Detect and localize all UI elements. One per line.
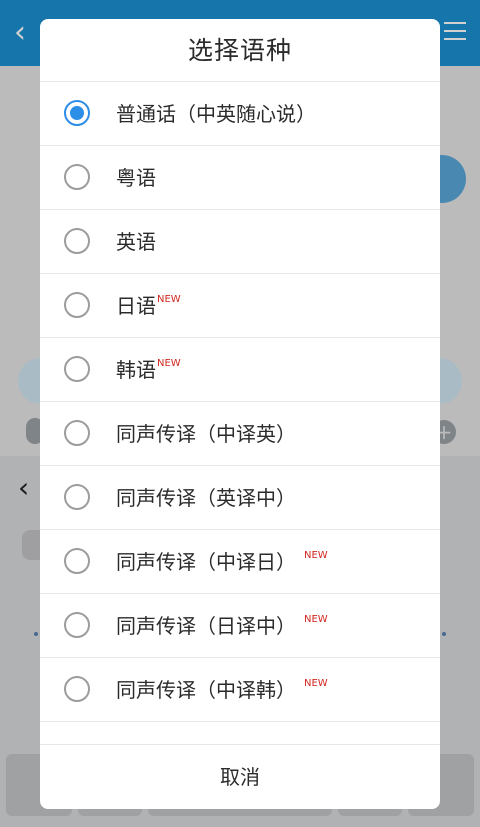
new-badge: NEW xyxy=(304,550,328,561)
radio-unchecked-icon[interactable] xyxy=(64,164,90,190)
option-label: 同声传译（中译英） xyxy=(116,402,296,466)
language-option[interactable]: 粤语 xyxy=(40,146,440,210)
option-list: 普通话（中英随心说） 粤语 英语 日语NEW 韩语NEW 同声传译（中译英） 同声传译（英译… xyxy=(40,82,440,722)
option-label: 普通话（中英随心说） xyxy=(116,82,316,146)
radio-unchecked-icon[interactable] xyxy=(64,676,90,702)
dialog-title: 选择语种 xyxy=(40,19,440,82)
new-badge: NEW xyxy=(304,678,328,689)
radio-unchecked-icon[interactable] xyxy=(64,356,90,382)
radio-unchecked-icon[interactable] xyxy=(64,228,90,254)
language-dialog: 选择语种 普通话（中英随心说） 粤语 英语 日语NEW 韩语NEW 同声传译（中译英） 同声… xyxy=(40,19,440,809)
option-text: 同声传译（日译中） xyxy=(116,614,296,638)
radio-checked-icon[interactable] xyxy=(64,100,90,126)
language-option[interactable]: 同声传译（中译韩） NEW xyxy=(40,658,440,722)
radio-unchecked-icon[interactable] xyxy=(64,548,90,574)
option-text: 英语 xyxy=(116,230,156,254)
option-text: 同声传译（中译英） xyxy=(116,422,296,446)
radio-unchecked-icon[interactable] xyxy=(64,420,90,446)
option-label: 同声传译（中译韩） NEW xyxy=(116,658,328,722)
option-label: 粤语 xyxy=(116,146,156,210)
option-label: 同声传译（英译中） xyxy=(116,466,296,530)
language-option[interactable]: 日语NEW xyxy=(40,274,440,338)
cancel-button[interactable]: 取消 xyxy=(40,744,440,809)
new-badge: NEW xyxy=(157,294,181,305)
option-label: 同声传译（中译日） NEW xyxy=(116,530,328,594)
language-option[interactable]: 同声传译（中译英） xyxy=(40,402,440,466)
option-label: 同声传译（日译中） NEW xyxy=(116,594,328,658)
option-text: 同声传译（中译日） xyxy=(116,550,296,574)
option-text: 同声传译（中译韩） xyxy=(116,678,296,702)
option-text: 同声传译（英译中） xyxy=(116,486,296,510)
option-text: 韩语 xyxy=(116,358,156,382)
language-option[interactable]: 英语 xyxy=(40,210,440,274)
language-option[interactable]: 同声传译（英译中） xyxy=(40,466,440,530)
option-text: 日语 xyxy=(116,294,156,318)
new-badge: NEW xyxy=(157,358,181,369)
radio-unchecked-icon[interactable] xyxy=(64,484,90,510)
option-label: 日语NEW xyxy=(116,274,181,338)
option-text: 粤语 xyxy=(116,166,156,190)
option-text: 普通话（中英随心说） xyxy=(116,102,316,126)
radio-unchecked-icon[interactable] xyxy=(64,612,90,638)
radio-unchecked-icon[interactable] xyxy=(64,292,90,318)
language-option[interactable]: 同声传译（中译日） NEW xyxy=(40,530,440,594)
language-option[interactable]: 同声传译（日译中） NEW xyxy=(40,594,440,658)
language-option[interactable]: 韩语NEW xyxy=(40,338,440,402)
option-label: 英语 xyxy=(116,210,156,274)
language-option[interactable]: 普通话（中英随心说） xyxy=(40,82,440,146)
option-label: 韩语NEW xyxy=(116,338,181,402)
new-badge: NEW xyxy=(304,614,328,625)
